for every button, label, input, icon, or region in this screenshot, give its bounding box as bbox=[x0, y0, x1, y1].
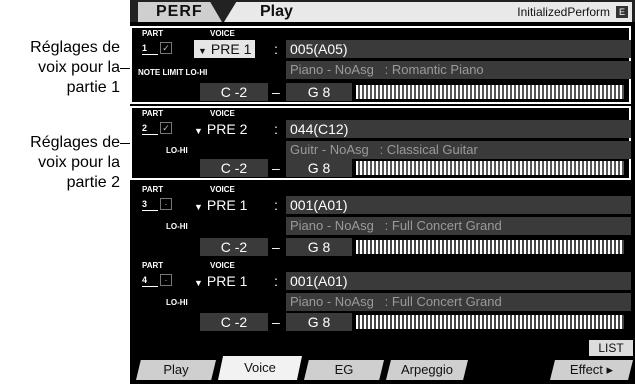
part-row-3: PART VOICE 3 · ▼ PRE 1 : 001(A01) LO-HI P… bbox=[130, 182, 635, 270]
voice-number-field[interactable]: 044(C12) bbox=[286, 120, 631, 138]
list-button[interactable]: LIST bbox=[589, 340, 633, 356]
note-limit-hi[interactable]: G 8 bbox=[286, 83, 352, 101]
voice-name-field: Piano - NoAsg : Full Concert Grand bbox=[286, 217, 631, 235]
lohi-label: LO-HI bbox=[166, 222, 188, 231]
note-limit-lo[interactable]: C -2 bbox=[200, 313, 268, 331]
part-switch-checkbox[interactable]: · bbox=[160, 274, 172, 286]
note-limit-lo[interactable]: C -2 bbox=[200, 238, 268, 256]
note-limit-hi[interactable]: G 8 bbox=[286, 238, 352, 256]
bank-label: PRE 2 bbox=[206, 121, 248, 137]
tab-perf-label: PERF bbox=[156, 3, 203, 20]
voice-label: VOICE bbox=[210, 185, 235, 194]
voice-number-field[interactable]: 001(A01) bbox=[286, 196, 631, 214]
voice-name-field: Guitr - NoAsg : Classical Guitar bbox=[286, 141, 631, 159]
note-limit-lo[interactable]: C -2 bbox=[200, 83, 268, 101]
keyboard-range-display bbox=[356, 85, 624, 99]
callout-part1: Réglages de voix pour la partie 1 bbox=[30, 39, 120, 96]
part-row-1: PART VOICE 1 ✓ ▼ PRE 1 : 005(A05) NOTE LI… bbox=[130, 26, 635, 114]
note-limit-label: NOTE LIMIT LO-HI bbox=[138, 68, 208, 77]
note-limit-hi[interactable]: G 8 bbox=[286, 313, 352, 331]
tab-effect[interactable]: Effect ▸ bbox=[550, 360, 633, 380]
bank-select[interactable]: ▼ PRE 1 bbox=[194, 272, 247, 290]
voice-number-field[interactable]: 005(A05) bbox=[286, 40, 631, 58]
tab-arpeggio[interactable]: Arpeggio bbox=[386, 360, 468, 380]
lohi-label: LO-HI bbox=[166, 298, 188, 307]
part-switch-checkbox[interactable]: ✓ bbox=[160, 42, 172, 54]
part-switch-checkbox[interactable]: ✓ bbox=[160, 122, 172, 134]
part-label: PART bbox=[142, 261, 164, 270]
header-title-bar: Play InitializedPerform E bbox=[224, 2, 632, 22]
part-number: 2 bbox=[142, 122, 158, 135]
part-row-2: PART VOICE 2 ✓ ▼ PRE 2 : 044(C12) LO-HI G… bbox=[130, 106, 635, 194]
part-number: 4 bbox=[142, 274, 158, 287]
bank-select[interactable]: ▼ PRE 1 bbox=[194, 40, 256, 58]
bank-select[interactable]: ▼ PRE 2 bbox=[194, 120, 247, 138]
part-row-4: PART VOICE 4 · ▼ PRE 1 : 001(A01) LO-HI P… bbox=[130, 258, 635, 346]
performance-name: InitializedPerform bbox=[517, 5, 610, 19]
callout-part2: Réglages de voix pour la partie 2 bbox=[30, 134, 120, 191]
part-label: PART bbox=[142, 29, 164, 38]
keyboard-range-display bbox=[356, 161, 624, 175]
bank-label: PRE 1 bbox=[206, 273, 248, 289]
part-number: 1 bbox=[142, 42, 158, 55]
keyboard-range-display bbox=[356, 315, 624, 329]
voice-label: VOICE bbox=[210, 261, 235, 270]
voice-name-field: Piano - NoAsg : Full Concert Grand bbox=[286, 293, 631, 311]
keyboard-range-display bbox=[356, 240, 624, 254]
note-limit-lo[interactable]: C -2 bbox=[200, 159, 268, 177]
bank-label: PRE 1 bbox=[210, 41, 252, 57]
part-label: PART bbox=[142, 185, 164, 194]
synth-screen: PERF Play InitializedPerform E PART VOIC… bbox=[130, 0, 635, 384]
header-bar: PERF Play InitializedPerform E bbox=[130, 0, 635, 22]
part-switch-checkbox[interactable]: · bbox=[160, 198, 172, 210]
edit-icon: E bbox=[616, 6, 628, 18]
tab-perf[interactable]: PERF bbox=[138, 2, 222, 22]
voice-label: VOICE bbox=[210, 109, 235, 118]
bank-label: PRE 1 bbox=[206, 197, 248, 213]
voice-name-field: Piano - NoAsg : Romantic Piano bbox=[286, 61, 631, 79]
part-number: 3 bbox=[142, 198, 158, 211]
lohi-label: LO-HI bbox=[166, 146, 188, 155]
note-limit-hi[interactable]: G 8 bbox=[286, 159, 352, 177]
tab-voice[interactable]: Voice bbox=[218, 356, 302, 380]
tab-eg[interactable]: EG bbox=[304, 360, 384, 380]
page-title: Play bbox=[260, 3, 293, 20]
voice-label: VOICE bbox=[210, 29, 235, 38]
part-label: PART bbox=[142, 109, 164, 118]
voice-number-field[interactable]: 001(A01) bbox=[286, 272, 631, 290]
tab-play[interactable]: Play bbox=[136, 360, 216, 380]
bottom-tab-bar: LIST Play Voice EG Arpeggio Effect ▸ bbox=[130, 340, 635, 384]
bank-select[interactable]: ▼ PRE 1 bbox=[194, 196, 247, 214]
